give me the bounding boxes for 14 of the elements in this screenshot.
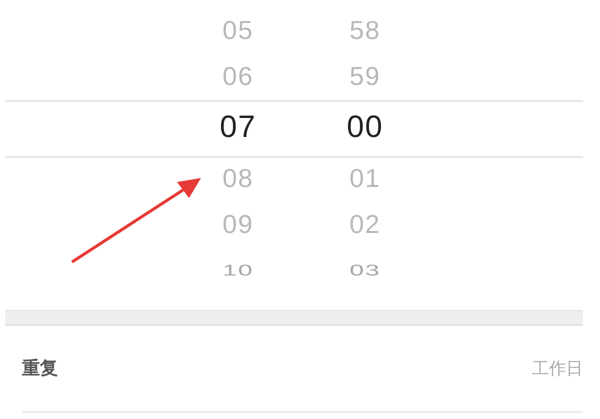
- minute-option[interactable]: 01: [350, 158, 380, 198]
- hour-option[interactable]: 08: [222, 158, 254, 198]
- minute-option[interactable]: 00: [346, 104, 384, 150]
- setting-value: 工作日: [532, 358, 583, 380]
- minute-option[interactable]: 02: [350, 204, 380, 244]
- hour-option[interactable]: 07: [220, 104, 256, 150]
- minute-option[interactable]: 03: [350, 258, 380, 278]
- hour-option[interactable]: 05: [222, 10, 254, 50]
- minute-option[interactable]: 58: [350, 10, 380, 50]
- hour-option[interactable]: 06: [222, 56, 254, 96]
- minute-option[interactable]: 59: [350, 56, 380, 96]
- hour-option[interactable]: 09: [222, 204, 254, 244]
- setting-label: 重复: [22, 357, 58, 380]
- hour-option[interactable]: 10: [222, 258, 254, 278]
